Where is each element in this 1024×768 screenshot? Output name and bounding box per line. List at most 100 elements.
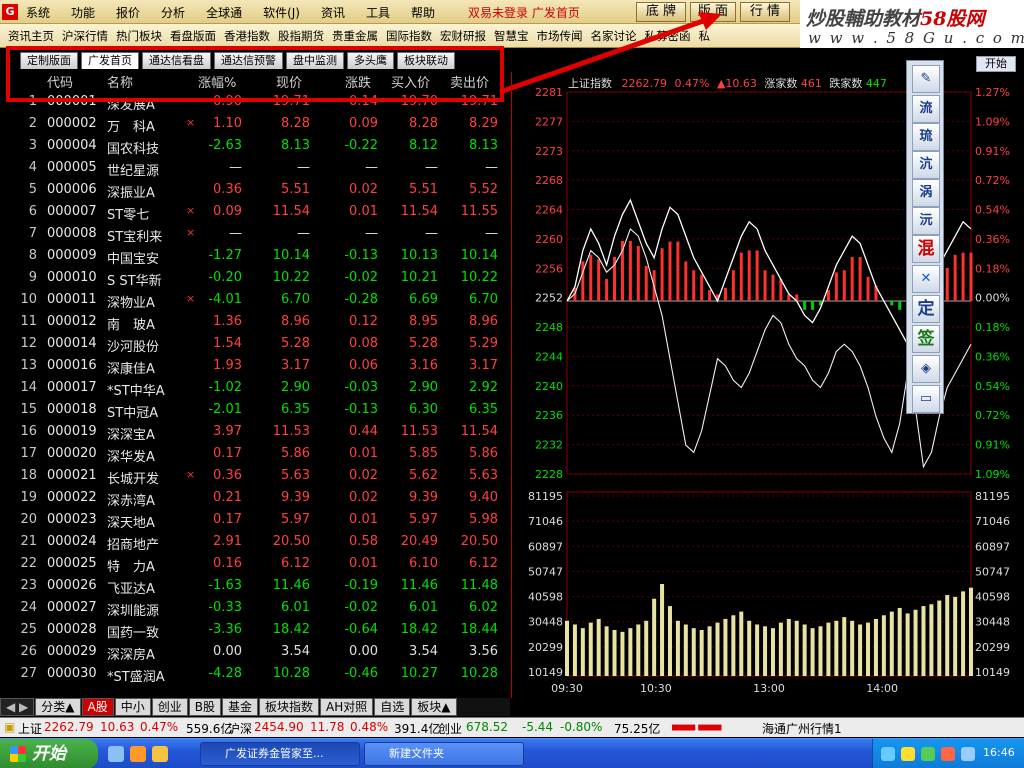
windows-start-button[interactable]: 开始	[0, 739, 98, 768]
layout-tab[interactable]: 盘中监测	[286, 52, 344, 69]
toolbar-tool-3[interactable]: 沆	[912, 151, 940, 179]
layout-tab[interactable]: 定制版面	[20, 52, 78, 69]
link-item[interactable]: 沪深行情	[62, 28, 108, 44]
table-row[interactable]: 17 000020 深华发A 0.17 5.86 0.01 5.85 5.86	[0, 444, 510, 466]
link-item[interactable]: 国际指数	[386, 28, 432, 44]
link-item[interactable]: 热门板块	[116, 28, 162, 44]
table-row[interactable]: 27 000030 *ST盛润A -4.28 10.28 -0.46 10.27 10.28	[0, 664, 510, 686]
menu-item-global[interactable]: 全球通	[206, 4, 242, 21]
table-row[interactable]: 5 000006 深振业A 0.36 5.51 0.02 5.51 5.52	[0, 180, 510, 202]
market-tab[interactable]: 板块指数	[259, 698, 320, 716]
link-item[interactable]: 看盘版面	[170, 28, 216, 44]
table-row[interactable]: 10 000011 深物业A × -4.01 6.70 -0.28 6.69 6.70	[0, 290, 510, 312]
link-item[interactable]: 智慧宝	[494, 28, 529, 44]
menu-item-news[interactable]: 资讯	[321, 4, 345, 21]
market-tab[interactable]: 分类▲	[35, 698, 81, 716]
table-row[interactable]: 21 000024 招商地产 2.91 20.50 0.58 20.49 20.50	[0, 532, 510, 554]
header-buy[interactable]: 买入价	[391, 72, 430, 91]
table-row[interactable]: 20 000023 深天地A 0.17 5.97 0.01 5.97 5.98	[0, 510, 510, 532]
header-pct[interactable]: 涨幅%	[198, 72, 236, 91]
toolbar-tool-2[interactable]: 琉	[912, 123, 940, 151]
table-row[interactable]: 8 000009 中国宝安 -1.27 10.14 -0.13 10.13 10.14	[0, 246, 510, 268]
link-item[interactable]: 香港指数	[224, 28, 270, 44]
link-item[interactable]: 私募密函	[645, 28, 691, 44]
tray-volume-icon[interactable]	[901, 747, 915, 761]
table-row[interactable]: 3 000004 国农科技 -2.63 8.13 -0.22 8.12 8.13	[0, 136, 510, 158]
table-row[interactable]: 11 000012 南 玻A 1.36 8.96 0.12 8.95 8.96	[0, 312, 510, 334]
menu-item-analysis[interactable]: 分析	[161, 4, 185, 21]
layout-tab[interactable]: 广发首页	[81, 52, 139, 69]
tray-security-icon[interactable]	[921, 747, 935, 761]
table-row[interactable]: 23 000026 飞亚达A -1.63 11.46 -0.19 11.46 11.48	[0, 576, 510, 598]
login-status[interactable]: 双易未登录 广发首页	[468, 4, 580, 21]
header-code[interactable]: 代码	[47, 72, 73, 91]
sh-label[interactable]: 上证	[18, 720, 42, 737]
tray-network-icon[interactable]	[881, 747, 895, 761]
toolbar-tool-4[interactable]: 涡	[912, 179, 940, 207]
table-row[interactable]: 6 000007 ST零七 × 0.09 11.54 0.01 11.54 11.55	[0, 202, 510, 224]
dipai-button[interactable]: 底 牌	[636, 2, 686, 22]
table-row[interactable]: 2 000002 万 科A × 1.10 8.28 0.09 8.28 8.29	[0, 114, 510, 136]
toolbar-tool-5[interactable]: 沅	[912, 207, 940, 235]
task-trading-app[interactable]: 广发证券金管家至...	[200, 742, 360, 766]
menu-item-system[interactable]: 系统	[26, 4, 50, 21]
market-tab[interactable]: AH对照	[320, 698, 374, 716]
window-icon[interactable]: ▭	[912, 385, 940, 413]
table-row[interactable]: 14 000017 *ST中华A -1.02 2.90 -0.03 2.90 2.92	[0, 378, 510, 400]
link-item[interactable]: 贵重金属	[332, 28, 378, 44]
market-tab[interactable]: 板块▲	[411, 698, 457, 716]
menu-item-software[interactable]: 软件(J)	[263, 4, 300, 21]
quicklaunch-browser-icon[interactable]	[130, 746, 146, 762]
market-tab[interactable]: 自选	[374, 698, 411, 716]
header-chg[interactable]: 涨跌	[345, 72, 371, 91]
table-row[interactable]: 13 000016 深康佳A 1.93 3.17 0.06 3.16 3.17	[0, 356, 510, 378]
menu-item-tools[interactable]: 工具	[366, 4, 390, 21]
market-tab[interactable]: 中小	[114, 698, 151, 716]
toolbar-tool-sign[interactable]: 签	[912, 325, 940, 353]
market-tab[interactable]: B股	[188, 698, 221, 716]
table-row[interactable]: 1 000001 深发展A 0.90 19.71 0.14 19.70 19.71	[0, 92, 510, 114]
link-item[interactable]: 股指期货	[278, 28, 324, 44]
market-tab[interactable]: 创业	[151, 698, 188, 716]
intraday-chart[interactable]: 2281 1.27% 2277 1.09% 2273 0.91% 2268 0.72% 2264…	[511, 72, 1024, 698]
market-tab[interactable]: 基金	[222, 698, 259, 716]
layout-tab[interactable]: 板块联动	[397, 52, 455, 69]
eraser-icon[interactable]: ◈	[912, 355, 940, 383]
link-item[interactable]: 宏财研报	[440, 28, 486, 44]
menu-item-quote[interactable]: 报价	[116, 4, 140, 21]
start-page-button[interactable]: 开始	[976, 56, 1016, 72]
table-row[interactable]: 9 000010 S ST华新 -0.20 10.22 -0.02 10.21 10.22	[0, 268, 510, 290]
header-sell[interactable]: 卖出价	[450, 72, 489, 91]
header-price[interactable]: 现价	[276, 72, 302, 91]
header-name[interactable]: 名称	[107, 72, 133, 91]
toolbar-tool-fix[interactable]: 定	[912, 295, 940, 323]
clock[interactable]: 16:46	[983, 746, 1015, 759]
table-row[interactable]: 15 000018 ST中冠A -2.01 6.35 -0.13 6.30 6.35	[0, 400, 510, 422]
toolbar-tool-mix[interactable]: 混	[912, 235, 940, 263]
link-item[interactable]: 私	[699, 28, 711, 44]
table-row[interactable]: 19 000022 深赤湾A 0.21 9.39 0.02 9.39 9.40	[0, 488, 510, 510]
table-row[interactable]: 25 000028 国药一致 -3.36 18.42 -0.64 18.42 18.44	[0, 620, 510, 642]
toolbar-tool-1[interactable]: 流	[912, 95, 940, 123]
layout-tab[interactable]: 通达信看盘	[142, 52, 211, 69]
quotes-button[interactable]: 行 情	[740, 2, 790, 22]
cross-tool-icon[interactable]: ✕	[912, 265, 940, 293]
quicklaunch-media-icon[interactable]	[152, 746, 168, 762]
market-tab[interactable]: A股	[81, 698, 114, 716]
layout-tab[interactable]: 多头鹰	[347, 52, 394, 69]
link-item[interactable]: 市场传闻	[537, 28, 583, 44]
task-new-folder[interactable]: 新建文件夹	[364, 742, 524, 766]
show-desktop-icon[interactable]	[108, 746, 124, 762]
server-name[interactable]: 海通广州行情1	[762, 720, 842, 737]
cy-label[interactable]: 创业	[438, 720, 462, 737]
menu-item-function[interactable]: 功能	[71, 4, 95, 21]
tray-shield-icon[interactable]	[961, 747, 975, 761]
link-item[interactable]: 资讯主页	[8, 28, 54, 44]
layout-tab[interactable]: 通达信预警	[214, 52, 283, 69]
table-row[interactable]: 16 000019 深深宝A 3.97 11.53 0.44 11.53 11.54	[0, 422, 510, 444]
table-row[interactable]: 12 000014 沙河股份 1.54 5.28 0.08 5.28 5.29	[0, 334, 510, 356]
table-row[interactable]: 26 000029 深深房A 0.00 3.54 0.00 3.54 3.56	[0, 642, 510, 664]
table-row[interactable]: 24 000027 深圳能源 -0.33 6.01 -0.02 6.01 6.02	[0, 598, 510, 620]
table-row[interactable]: 22 000025 特 力A 0.16 6.12 0.01 6.10 6.12	[0, 554, 510, 576]
layout-button[interactable]: 版 面	[690, 2, 736, 22]
